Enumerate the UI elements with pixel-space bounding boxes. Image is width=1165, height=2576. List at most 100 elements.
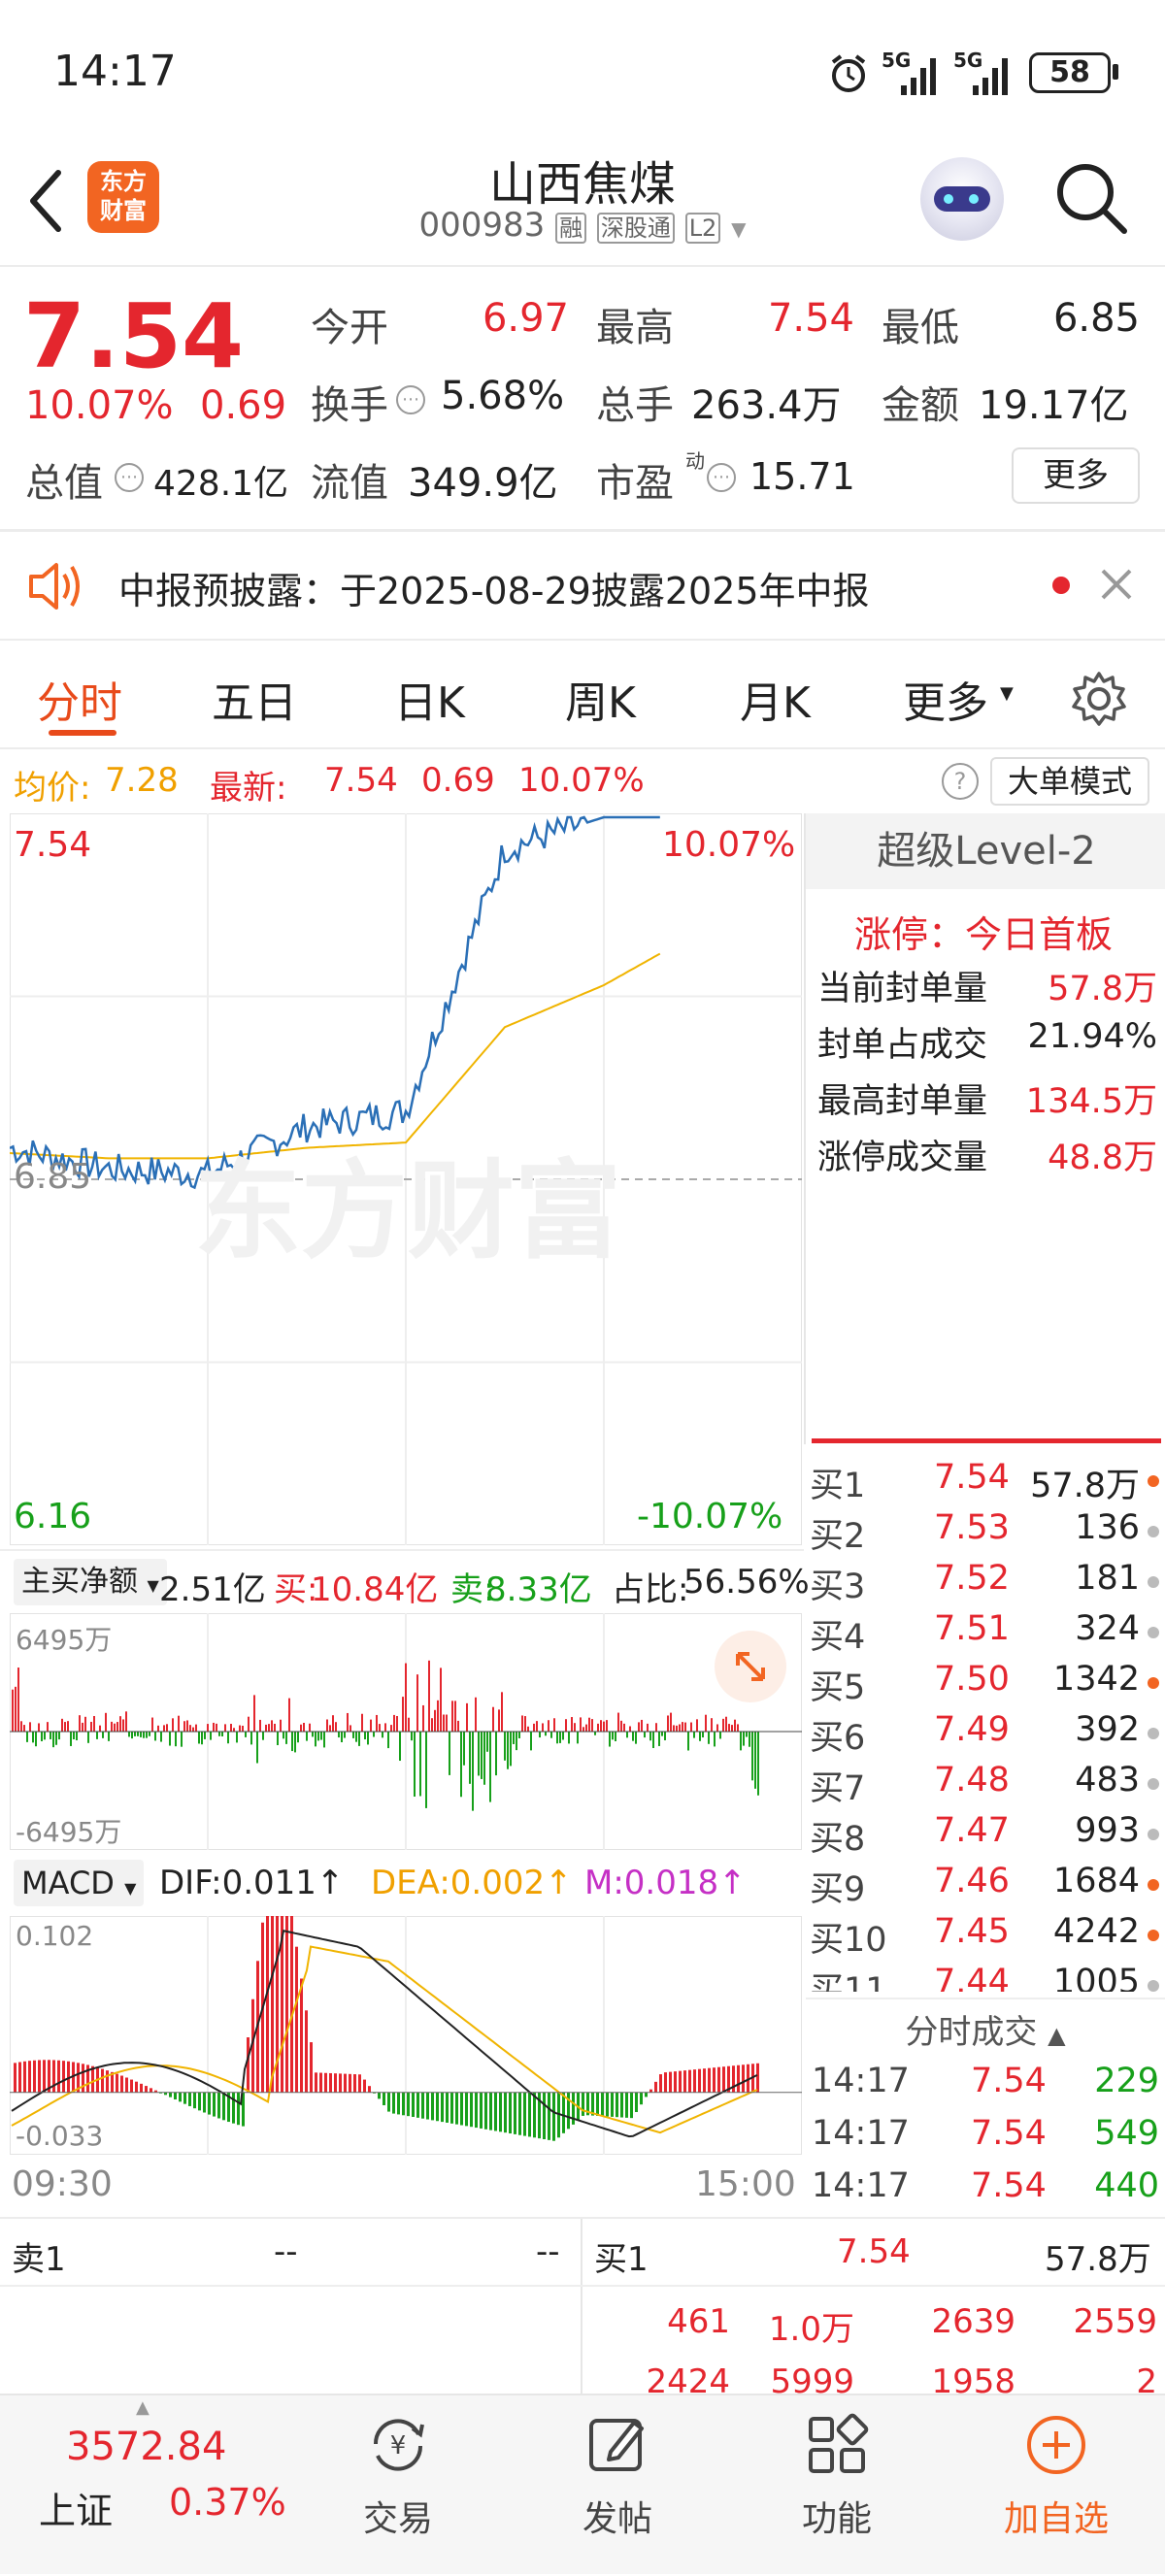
nav-functions[interactable]: 功能 (779, 2405, 895, 2560)
search-icon[interactable] (1052, 159, 1130, 237)
macd-bar-positive (135, 2081, 138, 2093)
macd-bar-negative (625, 2092, 628, 2118)
flow-bar-sell (352, 1732, 354, 1738)
flow-bar-buy (623, 1723, 625, 1732)
orderbook-row[interactable]: 买10 7.45 4242 (806, 1908, 1165, 1960)
flow-bar-buy (638, 1722, 640, 1732)
robot-avatar-icon[interactable] (920, 157, 1004, 241)
big-order-mode-button[interactable]: 大单模式 (990, 757, 1149, 806)
orderbook-row[interactable]: 买6 7.49 392 (806, 1706, 1165, 1758)
more-button[interactable]: 更多 (1012, 447, 1140, 504)
flow-bar-sell (227, 1732, 229, 1744)
orderbook-volume: 392 (1075, 1710, 1140, 1749)
order-book[interactable]: 买1 7.54 57.8万 买2 7.53 136 买3 7.52 181 买4 7.51 324 买5… (806, 1454, 1165, 1992)
flow-bar-sell (102, 1732, 104, 1738)
flow-bar-buy (29, 1722, 31, 1732)
flow-bar-buy (405, 1663, 407, 1732)
flow-bar-sell (154, 1732, 156, 1741)
macd-bar-positive (674, 2071, 677, 2093)
pe-value: 15.71 (749, 455, 855, 498)
tab-weekly[interactable]: 周K (565, 668, 636, 730)
flow-bar-buy (606, 1720, 608, 1732)
flow-bar-buy (20, 1721, 22, 1732)
grid-icon (809, 2413, 869, 2473)
macd-bar-positive (310, 2042, 313, 2093)
orderbook-row[interactable]: 买1 7.54 57.8万 (806, 1454, 1165, 1505)
order-queue[interactable]: 卖1 -- -- 买1 7.54 57.8万 461 1.0万 2639 2559 24… (0, 2219, 1165, 2401)
flow-bar-buy (253, 1695, 255, 1732)
flow-bar-sell (140, 1732, 142, 1737)
macd-bar-positive (349, 2073, 351, 2093)
flow-bar-buy (111, 1721, 113, 1732)
back-arrow-icon[interactable] (25, 167, 64, 235)
tab-5day[interactable]: 五日 (212, 668, 297, 730)
orderbook-label: 买4 (810, 1618, 866, 1657)
trades-panel[interactable]: 分时成交 ▲ 14:17 7.54 229 14:17 7.54 549 14:17 7.54… (806, 1998, 1165, 2217)
level2-title[interactable]: 超级Level-2 (806, 813, 1165, 889)
orderbook-label: 买10 (810, 1921, 887, 1960)
tab-more[interactable]: 更多 (903, 668, 988, 730)
flow-bar-buy (12, 1689, 14, 1732)
index-ticker[interactable]: ▲ 3572.84 上证 0.37% (0, 2395, 320, 2576)
flow-bar-sell (411, 1732, 413, 1741)
orderbook-price: 7.45 (934, 1912, 1010, 1951)
close-icon[interactable] (1099, 567, 1134, 602)
flow-bar-sell (449, 1732, 450, 1775)
flow-bar-sell (594, 1732, 596, 1735)
tab-daily[interactable]: 日K (394, 668, 465, 730)
macd-bar-positive (52, 2060, 55, 2093)
flow-chart[interactable]: 6495万 -6495万 (10, 1613, 802, 1850)
nav-post[interactable]: 发帖 (559, 2405, 676, 2560)
flow-bar-buy (67, 1721, 69, 1732)
flow-bar-buy (737, 1724, 739, 1732)
macd-bar-positive (732, 2065, 735, 2093)
flow-bar-sell (469, 1732, 471, 1784)
tab-intraday[interactable]: 分时 (37, 668, 122, 730)
level2-panel: 超级Level-2 涨停：今日首板 当前封单量 57.8万 封单占成交 21.94%… (804, 813, 1165, 1444)
app-logo[interactable]: 东方 财富 (87, 161, 159, 233)
orderbook-row[interactable]: 买11 7.44 1005 (806, 1959, 1165, 1992)
gear-icon[interactable] (1070, 670, 1128, 728)
flow-bar-sell (87, 1732, 89, 1743)
orderbook-row[interactable]: 买3 7.52 181 (806, 1555, 1165, 1606)
queue-buy-vol: 57.8万 (1045, 2240, 1151, 2279)
help-icon[interactable]: ? (942, 763, 979, 800)
flow-bar-sell (262, 1732, 264, 1740)
macd-chart[interactable]: 0.102 -0.033 (10, 1916, 802, 2155)
orderbook-row[interactable]: 买5 7.50 1342 (806, 1656, 1165, 1707)
flow-bar-sell (516, 1732, 517, 1751)
flow-bar-sell (291, 1732, 293, 1752)
stock-code-row[interactable]: 000983 融 深股通 L2 ▼ (388, 206, 777, 245)
flow-bar-buy (574, 1723, 576, 1732)
macd-selector[interactable]: MACD ▼ (14, 1860, 145, 1906)
orderbook-row[interactable]: 买8 7.47 993 (806, 1807, 1165, 1859)
info-icon[interactable]: ⋯ (115, 463, 144, 492)
flow-bar-buy (15, 1686, 17, 1732)
flow-bar-buy (122, 1719, 124, 1732)
notice-bar[interactable]: 中报预披露：于2025-08-29披露2025年中报 (0, 532, 1165, 639)
flow-selector[interactable]: 主买净额 ▼ (14, 1559, 167, 1605)
flow-bar-buy (90, 1721, 92, 1732)
info-icon[interactable]: ⋯ (707, 463, 736, 492)
flow-bar-sell (513, 1732, 515, 1744)
orderbook-row[interactable]: 买4 7.51 324 (806, 1605, 1165, 1657)
flow-net: 2.51亿 (159, 1570, 266, 1609)
macd-m: M:0.018↑ (584, 1864, 747, 1902)
tab-monthly[interactable]: 月K (740, 668, 811, 730)
flow-bar-sell (175, 1732, 177, 1747)
orderbook-row[interactable]: 买7 7.48 483 (806, 1757, 1165, 1808)
caret-up-icon: ▲ (1048, 2022, 1066, 2049)
flow-row: 主买净额 ▼ 2.51亿 买: 10.84亿 卖: 8.33亿 占比: 56.5… (0, 1549, 810, 1611)
index-pct: 0.37% (169, 2481, 286, 2524)
macd-bar-positive (703, 2068, 706, 2093)
orderbook-row[interactable]: 买2 7.53 136 (806, 1504, 1165, 1556)
expand-icon[interactable] (715, 1631, 786, 1702)
orderbook-price: 7.51 (934, 1609, 1010, 1648)
nav-add-watchlist[interactable]: 加自选 (988, 2405, 1124, 2560)
flow-bar-sell (364, 1732, 366, 1740)
info-icon[interactable]: ⋯ (396, 385, 425, 414)
price-chart[interactable]: 东方财富 7.54 10.07% 6.85 6.16 -10.07% (10, 813, 802, 1545)
orderbook-row[interactable]: 买9 7.46 1684 (806, 1858, 1165, 1909)
nav-trade[interactable]: ¥ 交易 (340, 2405, 456, 2560)
flow-bar-sell (562, 1732, 564, 1740)
